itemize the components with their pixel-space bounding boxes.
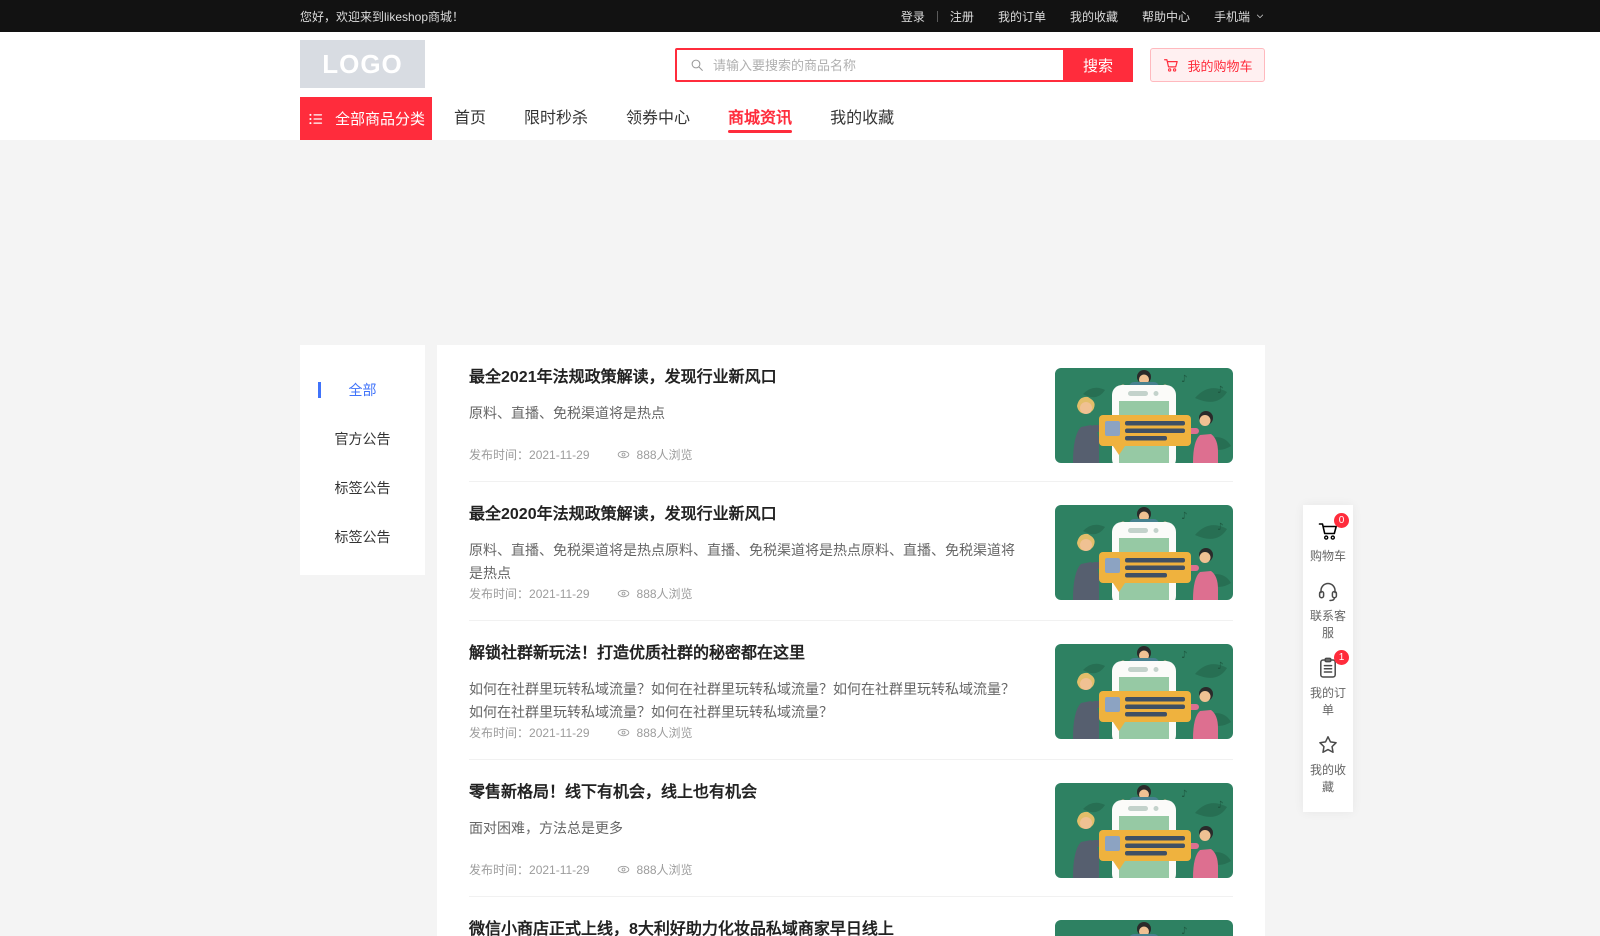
article-desc: 面对困难，方法总是更多	[469, 817, 1022, 840]
float-my-orders[interactable]: 1 我的订单	[1309, 656, 1347, 719]
publish-date: 2021-11-29	[529, 587, 590, 601]
article-desc: 如何在社群里玩转私域流量？如何在社群里玩转私域流量？如何在社群里玩转私域流量？如…	[469, 678, 1022, 724]
page: 您好，欢迎来到likeshop商城！ 登录 注册 我的订单 我的收藏 帮助中心 …	[0, 0, 1600, 936]
main-nav: 全部商品分类 首页 限时秒杀 领券中心 商城资讯 我的收藏	[0, 97, 1600, 140]
nav-item-favorites[interactable]: 我的收藏	[830, 97, 894, 140]
my-favorites-link[interactable]: 我的收藏	[1070, 8, 1118, 25]
search-input[interactable]	[713, 50, 1063, 80]
article-title[interactable]: 微信小商店正式上线，8大利好助力化妆品私域商家早日线上	[469, 920, 1022, 936]
article-title[interactable]: 解锁社群新玩法！打造优质社群的秘密都在这里	[469, 644, 1022, 664]
article-desc: 原料、直播、免税渠道将是热点原料、直播、免税渠道将是热点原料、直播、免税渠道将是…	[469, 539, 1022, 585]
publish-time-label: 发布时间：	[469, 861, 529, 878]
view-count: 888人浏览	[637, 861, 693, 878]
view-count: 888人浏览	[637, 446, 693, 463]
sidebar-item-all[interactable]: 全部	[300, 365, 425, 414]
article-meta: 发布时间： 2021-11-29 888人浏览	[469, 861, 1022, 878]
nav-item-seckill[interactable]: 限时秒杀	[524, 97, 588, 140]
float-cart[interactable]: 0 购物车	[1309, 519, 1347, 565]
article-list: 最全2021年法规政策解读，发现行业新风口 原料、直播、免税渠道将是热点 发布时…	[437, 345, 1265, 936]
news-category-sidebar: 全部 官方公告 标签公告 标签公告	[300, 345, 425, 575]
article-thumbnail[interactable]	[1055, 644, 1233, 739]
float-customer-service[interactable]: 联系客服	[1309, 579, 1347, 642]
eye-icon	[616, 586, 631, 601]
float-my-favorites[interactable]: 我的收藏	[1309, 733, 1347, 796]
category-menu-icon	[307, 110, 325, 128]
article-row[interactable]: 微信小商店正式上线，8大利好助力化妆品私域商家早日线上 发布时间： 2021-1…	[469, 897, 1233, 936]
orders-badge: 1	[1334, 650, 1349, 665]
article-meta: 发布时间： 2021-11-29 888人浏览	[469, 724, 1022, 741]
sidebar-item-tag-notice-1[interactable]: 标签公告	[300, 463, 425, 512]
view-count: 888人浏览	[637, 724, 693, 741]
search-icon	[689, 57, 705, 73]
article-row[interactable]: 最全2020年法规政策解读，发现行业新风口 原料、直播、免税渠道将是热点原料、直…	[469, 482, 1233, 621]
publish-date: 2021-11-29	[529, 863, 590, 877]
headset-icon	[1316, 579, 1340, 603]
float-side-menu: 0 购物车 联系客服 1 我的订单 我的收藏	[1303, 505, 1353, 812]
logo[interactable]: LOGO	[300, 40, 425, 88]
article-title[interactable]: 最全2021年法规政策解读，发现行业新风口	[469, 368, 1022, 388]
publish-date: 2021-11-29	[529, 448, 590, 462]
topbar: 您好，欢迎来到likeshop商城！ 登录 注册 我的订单 我的收藏 帮助中心 …	[0, 0, 1600, 32]
header: LOGO 搜索 我的购物车 全部商品分类 首页 限时秒杀 领券中心 商城资讯 我…	[0, 32, 1600, 140]
article-meta: 发布时间： 2021-11-29 888人浏览	[469, 585, 1022, 602]
article-desc: 原料、直播、免税渠道将是热点	[469, 402, 1022, 425]
article-row[interactable]: 解锁社群新玩法！打造优质社群的秘密都在这里 如何在社群里玩转私域流量？如何在社群…	[469, 621, 1233, 760]
register-link[interactable]: 注册	[950, 8, 974, 25]
eye-icon	[616, 725, 631, 740]
nav-item-news[interactable]: 商城资讯	[728, 97, 792, 140]
star-icon	[1316, 733, 1340, 757]
cart-badge: 0	[1334, 513, 1349, 528]
publish-time-label: 发布时间：	[469, 724, 529, 741]
publish-time-label: 发布时间：	[469, 446, 529, 463]
nav-item-home[interactable]: 首页	[454, 97, 486, 140]
mobile-link[interactable]: 手机端	[1214, 8, 1265, 25]
article-thumbnail[interactable]	[1055, 783, 1233, 878]
sidebar-item-tag-notice-2[interactable]: 标签公告	[300, 512, 425, 561]
article-thumbnail[interactable]	[1055, 368, 1233, 463]
view-count: 888人浏览	[637, 585, 693, 602]
topbar-links: 登录 注册 我的订单 我的收藏 帮助中心 手机端	[901, 8, 1265, 25]
article-thumbnail[interactable]	[1055, 920, 1233, 936]
help-center-link[interactable]: 帮助中心	[1142, 8, 1190, 25]
article-thumbnail[interactable]	[1055, 505, 1233, 600]
article-title[interactable]: 零售新格局！线下有机会，线上也有机会	[469, 783, 1022, 803]
search-bar: 搜索	[675, 48, 1133, 82]
my-orders-link[interactable]: 我的订单	[998, 8, 1046, 25]
article-title[interactable]: 最全2020年法规政策解读，发现行业新风口	[469, 505, 1022, 525]
publish-time-label: 发布时间：	[469, 585, 529, 602]
search-button[interactable]: 搜索	[1063, 48, 1133, 82]
eye-icon	[616, 862, 631, 877]
chevron-down-icon	[1255, 11, 1265, 21]
login-link[interactable]: 登录	[901, 8, 925, 25]
article-row[interactable]: 零售新格局！线下有机会，线上也有机会 面对困难，方法总是更多 发布时间： 202…	[469, 760, 1233, 897]
welcome-text: 您好，欢迎来到likeshop商城！	[300, 8, 464, 25]
publish-date: 2021-11-29	[529, 726, 590, 740]
my-cart-button[interactable]: 我的购物车	[1150, 48, 1265, 82]
sidebar-item-official-notice[interactable]: 官方公告	[300, 414, 425, 463]
article-meta: 发布时间： 2021-11-29 888人浏览	[469, 446, 1022, 463]
divider	[937, 11, 938, 22]
eye-icon	[616, 447, 631, 462]
nav-item-coupons[interactable]: 领券中心	[626, 97, 690, 140]
article-row[interactable]: 最全2021年法规政策解读，发现行业新风口 原料、直播、免税渠道将是热点 发布时…	[469, 345, 1233, 482]
all-categories-button[interactable]: 全部商品分类	[300, 97, 432, 140]
cart-icon	[1162, 56, 1180, 74]
